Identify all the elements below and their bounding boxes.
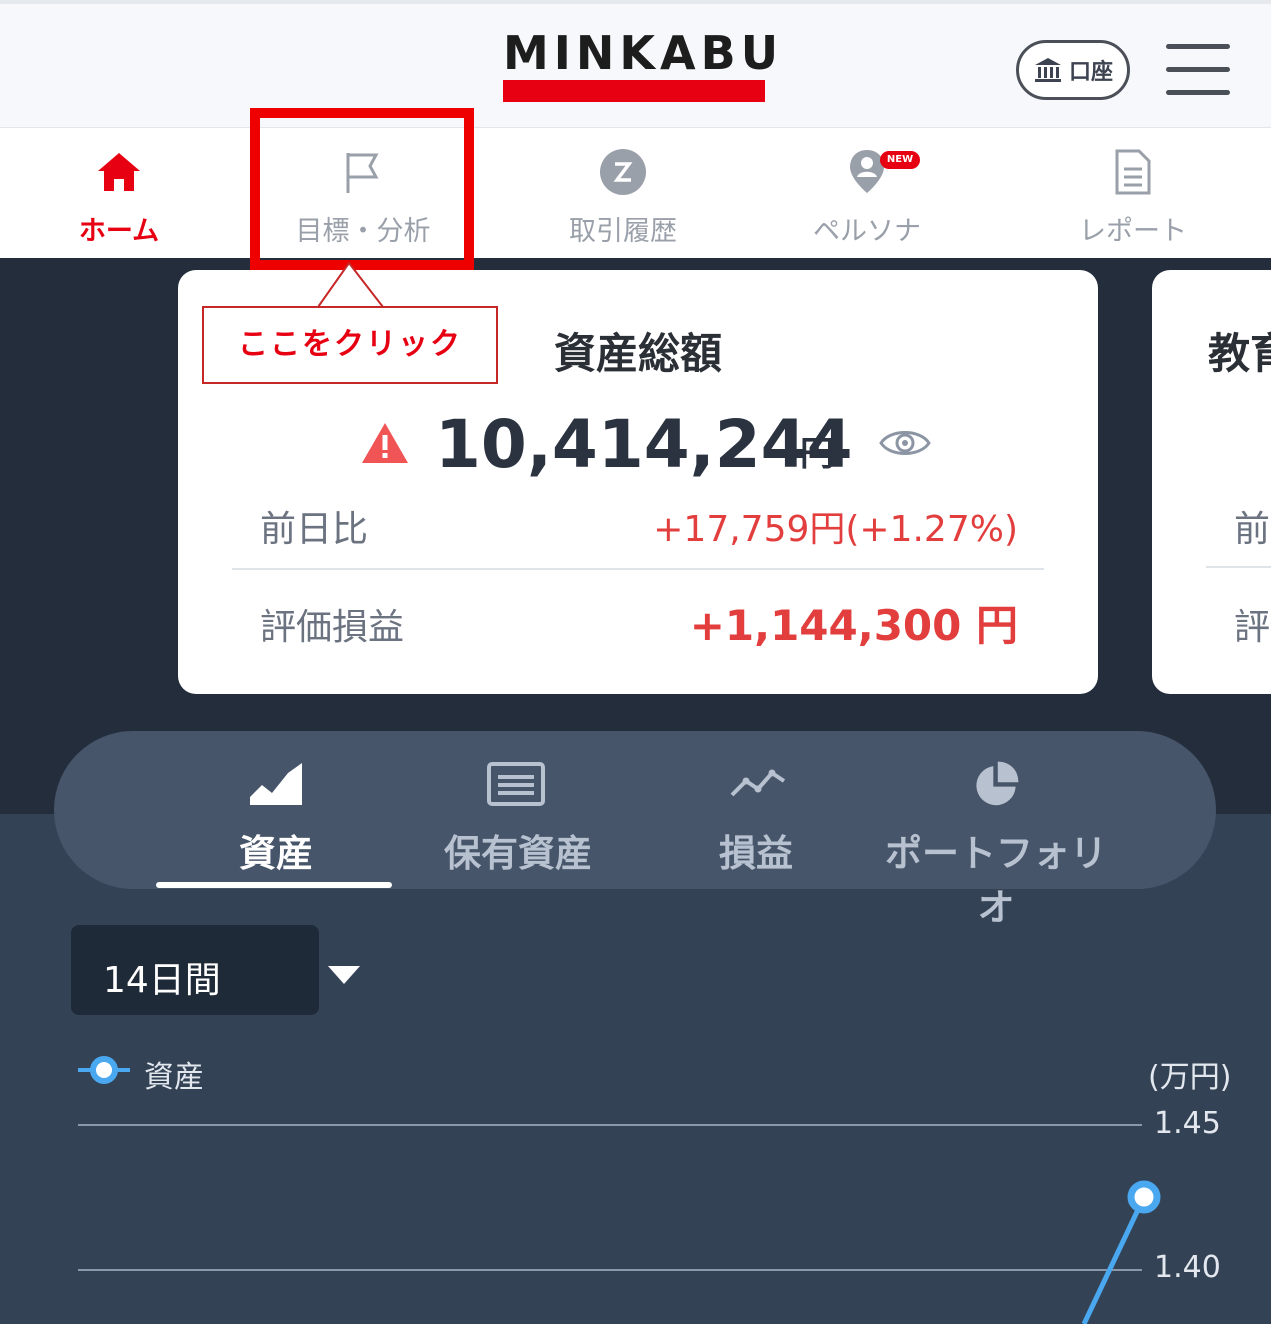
education-pl-label: 評価損益 — [1234, 607, 1271, 648]
new-badge: NEW — [880, 151, 920, 169]
logo-bar — [503, 80, 765, 102]
tab-portfolio[interactable]: ポートフォリオ — [870, 731, 1122, 929]
tab-label-assets: 資産 — [239, 832, 313, 875]
history-icon — [600, 149, 646, 195]
latest-data-point[interactable] — [1127, 1180, 1161, 1214]
hamburger-menu-icon[interactable] — [1166, 42, 1230, 98]
main-nav: ホーム 目標・分析 取引履歴 NEW ペルソナ レポート — [0, 129, 1271, 258]
home-icon — [98, 153, 140, 191]
logo-text: MINKABU — [503, 26, 784, 80]
total-assets-value: 10,414,244 — [435, 406, 853, 483]
profit-loss-label: 評価損益 — [260, 607, 405, 648]
caret-down-icon — [328, 966, 360, 984]
nav-item-home[interactable]: ホーム — [24, 129, 214, 258]
highlight-box — [250, 108, 474, 270]
nav-label-report: レポート — [1079, 216, 1187, 247]
nav-label-history: 取引履歴 — [569, 216, 677, 247]
card-divider — [232, 568, 1044, 570]
series-line — [1081, 1195, 1147, 1324]
nav-label-persona: ペルソナ — [813, 216, 921, 247]
tab-holdings[interactable]: 保有資産 — [418, 731, 618, 889]
report-icon — [1115, 149, 1151, 195]
list-icon — [487, 762, 545, 806]
education-card[interactable]: 教育 前日比 評価損益 — [1152, 270, 1271, 694]
account-button[interactable]: 口座 — [1016, 40, 1130, 100]
education-card-title: 教育 — [1208, 329, 1271, 378]
active-tab-indicator — [156, 882, 392, 888]
period-dropdown-value: 14日間 — [103, 960, 221, 1001]
education-day-change-label: 前日比 — [1234, 509, 1271, 550]
day-change-value: +17,759円(+1.27%) — [653, 509, 1018, 550]
legend-label: 資産 — [144, 1060, 204, 1095]
nav-item-history[interactable]: 取引履歴 — [528, 129, 718, 258]
minkabu-logo[interactable]: MINKABU — [503, 26, 784, 106]
account-button-label: 口座 — [1068, 60, 1113, 85]
app-header: MINKABU 口座 — [0, 0, 1271, 128]
nav-item-persona[interactable]: NEW ペルソナ — [772, 129, 962, 258]
line-chart-icon — [730, 769, 786, 797]
total-assets-unit: 円 — [800, 434, 834, 474]
day-change-label: 前日比 — [260, 509, 369, 550]
chart-unit-label: (万円) — [1148, 1060, 1232, 1095]
assets-line-chart[interactable] — [0, 1100, 1271, 1324]
legend-marker-icon — [78, 1056, 130, 1084]
tab-label-portfolio: ポートフォリオ — [885, 832, 1107, 929]
nav-label-home: ホーム — [78, 216, 160, 247]
profit-loss-value: +1,144,300 円 — [689, 601, 1018, 650]
eye-icon[interactable] — [878, 421, 932, 465]
tab-assets[interactable]: 資産 — [158, 731, 394, 889]
bank-icon — [1034, 58, 1061, 82]
tab-label-holdings: 保有資産 — [444, 832, 592, 875]
total-row: 10,414,244 円 — [178, 405, 1098, 485]
pie-chart-icon — [976, 761, 1019, 806]
area-chart-icon — [250, 763, 302, 805]
callout-arrow — [318, 262, 384, 308]
warning-icon[interactable] — [360, 421, 410, 465]
chart-tabs: 資産 保有資産 損益 ポートフォリオ — [54, 731, 1216, 929]
nav-item-report[interactable]: レポート — [1038, 129, 1228, 258]
education-card-divider — [1206, 566, 1271, 568]
click-here-callout: ここをクリック — [202, 306, 498, 384]
tab-label-profit-loss: 損益 — [719, 832, 793, 875]
tab-profit-loss[interactable]: 損益 — [658, 731, 854, 889]
period-dropdown[interactable]: 14日間 — [71, 925, 360, 1015]
